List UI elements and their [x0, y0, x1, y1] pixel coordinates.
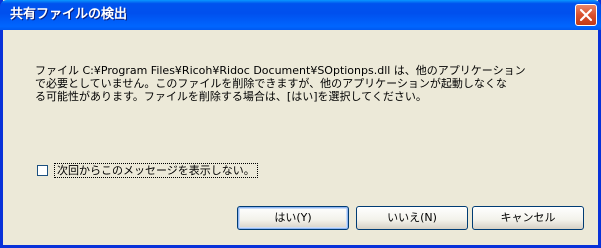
- no-button[interactable]: いいえ(N): [356, 206, 468, 230]
- close-icon: [579, 8, 593, 22]
- message-text: ファイル C:¥Program Files¥Ricoh¥Ridoc Docume…: [35, 64, 595, 103]
- yes-button[interactable]: はい(Y): [237, 206, 349, 230]
- window-title: 共有ファイルの検出: [10, 7, 128, 22]
- message-line: る可能性があります。ファイルを削除する場合は、[はい]を選択してください。: [35, 90, 427, 103]
- close-button[interactable]: [575, 4, 597, 26]
- dont-show-again-checkbox[interactable]: [37, 165, 48, 176]
- dont-show-again-label[interactable]: 次回からこのメッセージを表示しない。: [54, 163, 258, 178]
- message-line: ファイル C:¥Program Files¥Ricoh¥Ridoc Docume…: [35, 64, 526, 77]
- message-line: で必要としていません。このファイルを削除できますが、他のアプリケーションが起動し…: [35, 77, 507, 90]
- title-bar[interactable]: 共有ファイルの検出: [0, 0, 601, 30]
- dialog-window: 共有ファイルの検出 ファイル C:¥Program Files¥Ricoh¥Ri…: [0, 0, 601, 248]
- cancel-button[interactable]: キャンセル: [472, 206, 584, 230]
